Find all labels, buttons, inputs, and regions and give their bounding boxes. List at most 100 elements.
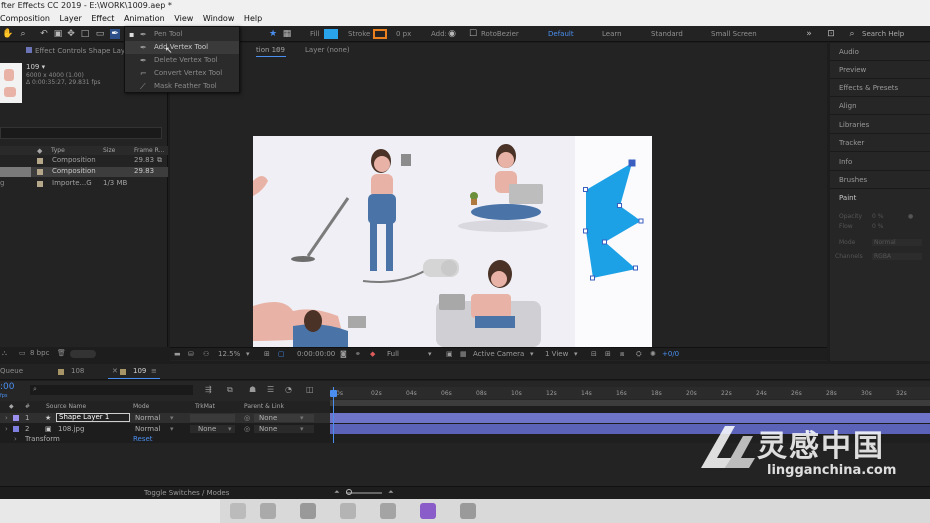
zoom-in-icon[interactable]: ⏶: [388, 488, 394, 497]
tab-menu-icon[interactable]: ≡: [151, 367, 157, 375]
render-queue-tab[interactable]: Queue: [0, 367, 23, 375]
draft-3d-icon[interactable]: ⧉: [227, 385, 233, 395]
mask-icon[interactable]: ⛁: [188, 349, 194, 360]
view-dropdown-icon[interactable]: ▾: [574, 349, 578, 360]
add-vertex-tool-item[interactable]: ✒ Add Vertex Tool: [125, 41, 239, 54]
trkmat-dropdown-icon[interactable]: ▾: [228, 424, 232, 434]
trash-icon[interactable]: 🗑: [57, 349, 66, 357]
show-snapshot-icon[interactable]: ⚭: [355, 349, 361, 360]
align-panel[interactable]: Align: [839, 102, 857, 110]
current-time[interactable]: :00: [0, 382, 14, 392]
expand-icon[interactable]: ›: [5, 424, 8, 434]
opacity-value[interactable]: 0 %: [872, 213, 883, 220]
exposure-icon[interactable]: ✺: [650, 349, 656, 360]
playhead-handle[interactable]: [330, 390, 337, 397]
pick-whip-icon[interactable]: ◎: [244, 424, 250, 434]
parent-dropdown-icon[interactable]: ▾: [300, 413, 304, 423]
workspace-standard[interactable]: Standard: [651, 29, 683, 39]
audio-panel[interactable]: Audio: [839, 48, 859, 56]
search-icon[interactable]: ⌕: [847, 29, 857, 39]
always-preview-icon[interactable]: ▬: [174, 349, 181, 360]
mode-dropdown-icon[interactable]: ▾: [170, 424, 174, 434]
stroke-swatch[interactable]: [373, 29, 387, 39]
layer-parent[interactable]: None: [259, 413, 277, 423]
preview-panel[interactable]: Preview: [839, 66, 866, 74]
layer-parent[interactable]: None: [259, 424, 277, 434]
shape-icon[interactable]: □: [80, 29, 90, 39]
taskbar-app-icon[interactable]: [300, 503, 316, 519]
star-icon[interactable]: ★: [268, 29, 278, 39]
comp-mini-flowchart-icon[interactable]: ⇶: [205, 385, 212, 394]
taskbar-app-icon[interactable]: [380, 503, 396, 519]
motion-blur-icon[interactable]: ◔: [285, 385, 292, 394]
view-layout-value[interactable]: 1 View: [545, 349, 568, 360]
trkmat-select[interactable]: [190, 414, 235, 422]
menu-view[interactable]: View: [174, 12, 193, 26]
project-row[interactable]: Composition 29.83 ⧉: [0, 156, 168, 166]
hand-icon[interactable]: ✋: [2, 29, 13, 39]
resolution-value[interactable]: Full: [387, 349, 399, 360]
workspace-learn[interactable]: Learn: [602, 29, 622, 39]
taskbar-app-icon[interactable]: [420, 503, 436, 519]
zoom-slider-knob[interactable]: [346, 489, 352, 495]
toggle-pixel-icon[interactable]: ⊟: [591, 349, 597, 360]
comp-108-tab[interactable]: 108: [71, 367, 84, 375]
binoculars-icon[interactable]: ⚇: [203, 349, 209, 360]
more-workspaces-icon[interactable]: »: [804, 29, 814, 39]
fast-preview-icon[interactable]: ⊞: [605, 349, 611, 360]
layer-mode[interactable]: Normal: [135, 413, 160, 423]
comp-109-tab[interactable]: 109: [133, 367, 146, 375]
taskbar-app-icon[interactable]: [340, 503, 356, 519]
stroke-width-value[interactable]: 0 px: [396, 29, 411, 39]
info-panel[interactable]: Info: [839, 158, 852, 166]
selected-item-name[interactable]: 109 ▾: [26, 63, 45, 71]
effects-presets-panel[interactable]: Effects & Presets: [839, 84, 898, 92]
grid-guides-icon[interactable]: ⊞: [264, 349, 270, 360]
brushes-panel[interactable]: Brushes: [839, 176, 867, 184]
tab-close-icon[interactable]: ✕: [112, 367, 118, 375]
menu-layer[interactable]: Layer: [60, 12, 82, 26]
color-channel-icon[interactable]: ◆: [370, 349, 375, 360]
taskbar-app-icon[interactable]: [230, 503, 246, 519]
sync-icon[interactable]: ⊡: [826, 29, 836, 39]
roi-icon[interactable]: ▣: [446, 349, 453, 360]
layer-tab[interactable]: Layer (none): [305, 46, 350, 54]
shy-icon[interactable]: ☗: [249, 385, 256, 394]
menu-animation[interactable]: Animation: [124, 12, 165, 26]
search-help-input[interactable]: Search Help: [862, 29, 904, 39]
time-ruler[interactable]: 0s 02s 04s 06s 08s 10s 12s 14s 16s 18s 20s 22s 24s 26…: [330, 387, 930, 399]
workspace-default[interactable]: Default: [548, 29, 574, 39]
folder-icon[interactable]: ▭: [19, 349, 26, 357]
flowchart-icon[interactable]: ⧉: [157, 156, 162, 165]
mask-feather-tool-item[interactable]: ⟋ Mask Feather Tool: [125, 80, 239, 93]
frame-blend-icon[interactable]: ☰: [267, 385, 274, 394]
layer-trkmat[interactable]: None: [198, 424, 216, 434]
channels-select[interactable]: RGBA: [872, 253, 922, 260]
stroke-label[interactable]: Stroke: [348, 29, 370, 39]
libraries-panel[interactable]: Libraries: [839, 121, 869, 129]
toggle-switches-modes[interactable]: Toggle Switches / Modes: [144, 489, 229, 497]
type-column[interactable]: Type: [51, 147, 65, 154]
resolution-dropdown-icon[interactable]: ▾: [428, 349, 432, 360]
work-area-bar[interactable]: [330, 400, 930, 406]
taskbar-app-icon[interactable]: [460, 503, 476, 519]
trkmat-column[interactable]: TrkMat: [195, 403, 215, 410]
mode-column[interactable]: Mode: [133, 403, 149, 410]
tab-menu-icon[interactable]: ≡: [275, 46, 281, 54]
graph-editor-icon[interactable]: ◫: [306, 385, 314, 394]
timecode-value[interactable]: 0:00:00:00: [297, 349, 335, 360]
pen-tool-item[interactable]: ▪ ✒ Pen Tool: [125, 28, 239, 41]
bpc-label[interactable]: 8 bpc: [30, 349, 49, 357]
menu-help[interactable]: Help: [244, 12, 262, 26]
pan-behind-icon[interactable]: ✥: [66, 29, 76, 39]
snapshot-icon[interactable]: ◙: [340, 349, 347, 360]
rotobezier-checkbox[interactable]: ☐: [468, 29, 478, 39]
rotobezier-label[interactable]: RotoBezier: [481, 29, 519, 39]
tracker-panel[interactable]: Tracker: [839, 139, 864, 147]
rotate-icon[interactable]: ↶: [39, 29, 49, 39]
project-row-selected[interactable]: Composition 29.83: [0, 167, 168, 177]
layer-row[interactable]: › 1 ★ Shape Layer 1 Normal ▾ ◎ None ▾: [0, 413, 330, 423]
flowchart-icon[interactable]: ⛭: [636, 349, 642, 360]
expand-icon[interactable]: ›: [5, 413, 8, 423]
layer-search-input[interactable]: [30, 385, 193, 395]
